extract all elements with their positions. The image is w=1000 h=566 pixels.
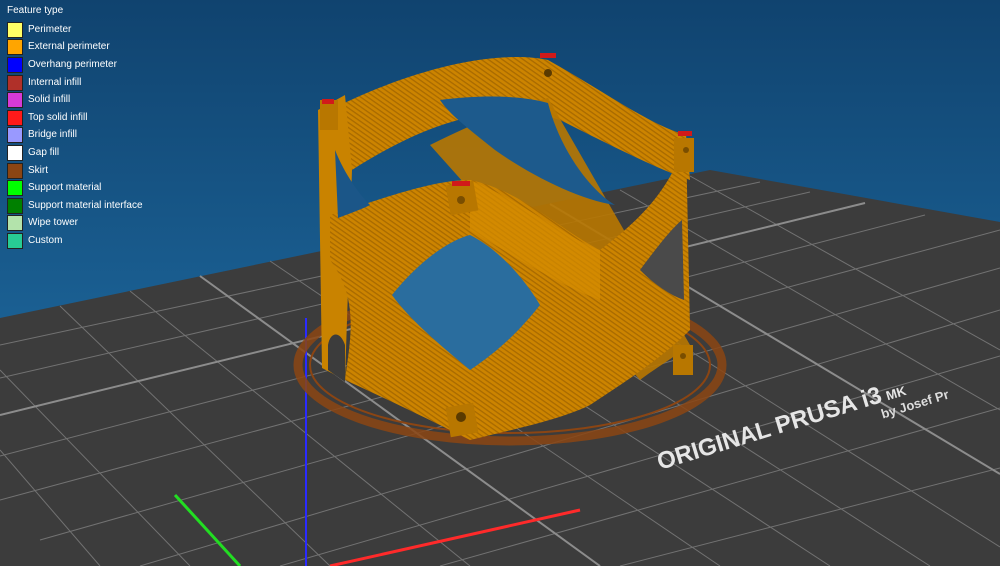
legend-item-overhang-perimeter: Overhang perimeter	[7, 56, 143, 74]
legend-label: Top solid infill	[28, 111, 88, 123]
legend-item-support-material: Support material	[7, 179, 143, 197]
legend-label: Skirt	[28, 164, 48, 176]
legend-label: Wipe tower	[28, 217, 79, 229]
legend-swatch	[7, 92, 23, 109]
legend-items: Perimeter External perimeter Overhang peri…	[7, 21, 143, 250]
legend-label: Overhang perimeter	[28, 58, 117, 70]
legend-label: Bridge infill	[28, 129, 77, 141]
legend-label: Perimeter	[28, 23, 72, 35]
legend-label: Gap fill	[28, 146, 60, 158]
scene-canvas[interactable]: ORIGINAL PRUSA i3 MK by Josef Pr	[0, 0, 1000, 566]
legend-item-wipe-tower: Wipe tower	[7, 215, 143, 233]
legend-swatch	[7, 162, 23, 179]
legend-swatch	[7, 21, 23, 38]
3d-viewport[interactable]: ORIGINAL PRUSA i3 MK by Josef Pr Feature…	[0, 0, 1000, 566]
legend-swatch	[7, 215, 23, 232]
legend-label: Support material interface	[28, 199, 143, 211]
legend-swatch	[7, 197, 23, 214]
legend-title: Feature type	[7, 5, 64, 16]
legend-label: Custom	[28, 234, 63, 246]
legend-item-skirt: Skirt	[7, 162, 143, 180]
legend-item-gap-fill: Gap fill	[7, 144, 143, 162]
legend-item-external-perimeter: External perimeter	[7, 39, 143, 57]
legend-item-support-material-interface: Support material interface	[7, 197, 143, 215]
legend-item-custom: Custom	[7, 232, 143, 250]
legend-item-perimeter: Perimeter	[7, 21, 143, 39]
legend-swatch	[7, 39, 23, 56]
legend-label: External perimeter	[28, 41, 110, 53]
legend-item-internal-infill: Internal infill	[7, 74, 143, 92]
legend-swatch	[7, 180, 23, 197]
feature-type-legend: Feature type Perimeter External perimeter…	[7, 5, 143, 250]
legend-swatch	[7, 232, 23, 249]
legend-item-bridge-infill: Bridge infill	[7, 127, 143, 145]
legend-label: Solid infill	[28, 94, 71, 106]
legend-swatch	[7, 74, 23, 91]
legend-label: Internal infill	[28, 76, 82, 88]
legend-swatch	[7, 127, 23, 144]
legend-item-solid-infill: Solid infill	[7, 91, 143, 109]
legend-item-top-solid-infill: Top solid infill	[7, 109, 143, 127]
legend-swatch	[7, 56, 23, 73]
legend-label: Support material	[28, 182, 102, 194]
legend-swatch	[7, 109, 23, 126]
legend-swatch	[7, 144, 23, 161]
